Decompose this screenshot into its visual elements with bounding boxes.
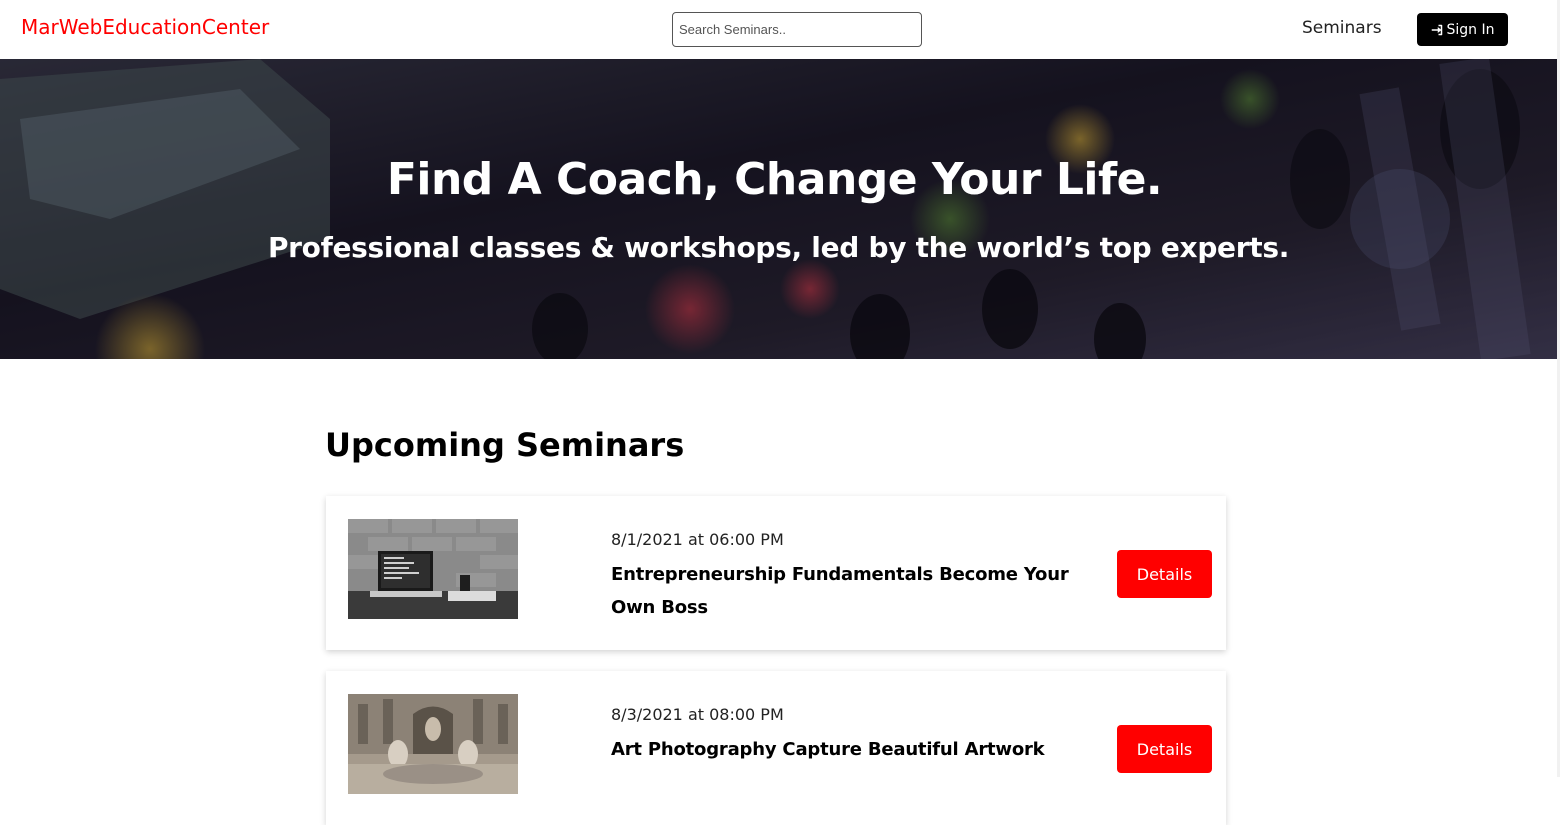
seminar-thumbnail <box>348 694 518 794</box>
details-button[interactable]: Details <box>1117 550 1212 598</box>
seminar-card: 8/3/2021 at 08:00 PM Art Photography Cap… <box>326 671 1226 825</box>
seminar-title: Entrepreneurship Fundamentals Become You… <box>611 564 1069 618</box>
hero-banner: Find A Coach, Change Your Life. Professi… <box>0 59 1557 359</box>
seminar-date: 8/1/2021 at 06:00 PM <box>611 530 784 549</box>
seminar-date: 8/3/2021 at 08:00 PM <box>611 705 784 724</box>
laptop-on-desk-image <box>348 519 518 619</box>
hero-title: Find A Coach, Change Your Life. <box>386 154 1163 205</box>
details-button[interactable]: Details <box>1117 725 1212 773</box>
navbar: MarWebEducationCenter Seminars Sign In <box>0 0 1557 59</box>
seminar-title: Art Photography Capture Beautiful Artwor… <box>611 739 1045 760</box>
brand-logo-link[interactable]: MarWebEducationCenter <box>21 15 269 39</box>
sign-in-label: Sign In <box>1446 21 1495 38</box>
seminar-thumbnail <box>348 519 518 619</box>
sign-in-button[interactable]: Sign In <box>1417 13 1508 46</box>
fountain-statue-image <box>348 694 518 794</box>
nav-link-seminars[interactable]: Seminars <box>1302 18 1382 38</box>
seminar-card: 8/1/2021 at 06:00 PM Entrepreneurship Fu… <box>326 496 1226 650</box>
hero-subtitle: Professional classes & workshops, led by… <box>267 231 1290 264</box>
hero-overlay <box>0 59 1557 359</box>
section-title-upcoming-seminars: Upcoming Seminars <box>325 426 685 464</box>
search-input[interactable] <box>672 12 922 47</box>
sign-in-icon <box>1431 24 1442 35</box>
